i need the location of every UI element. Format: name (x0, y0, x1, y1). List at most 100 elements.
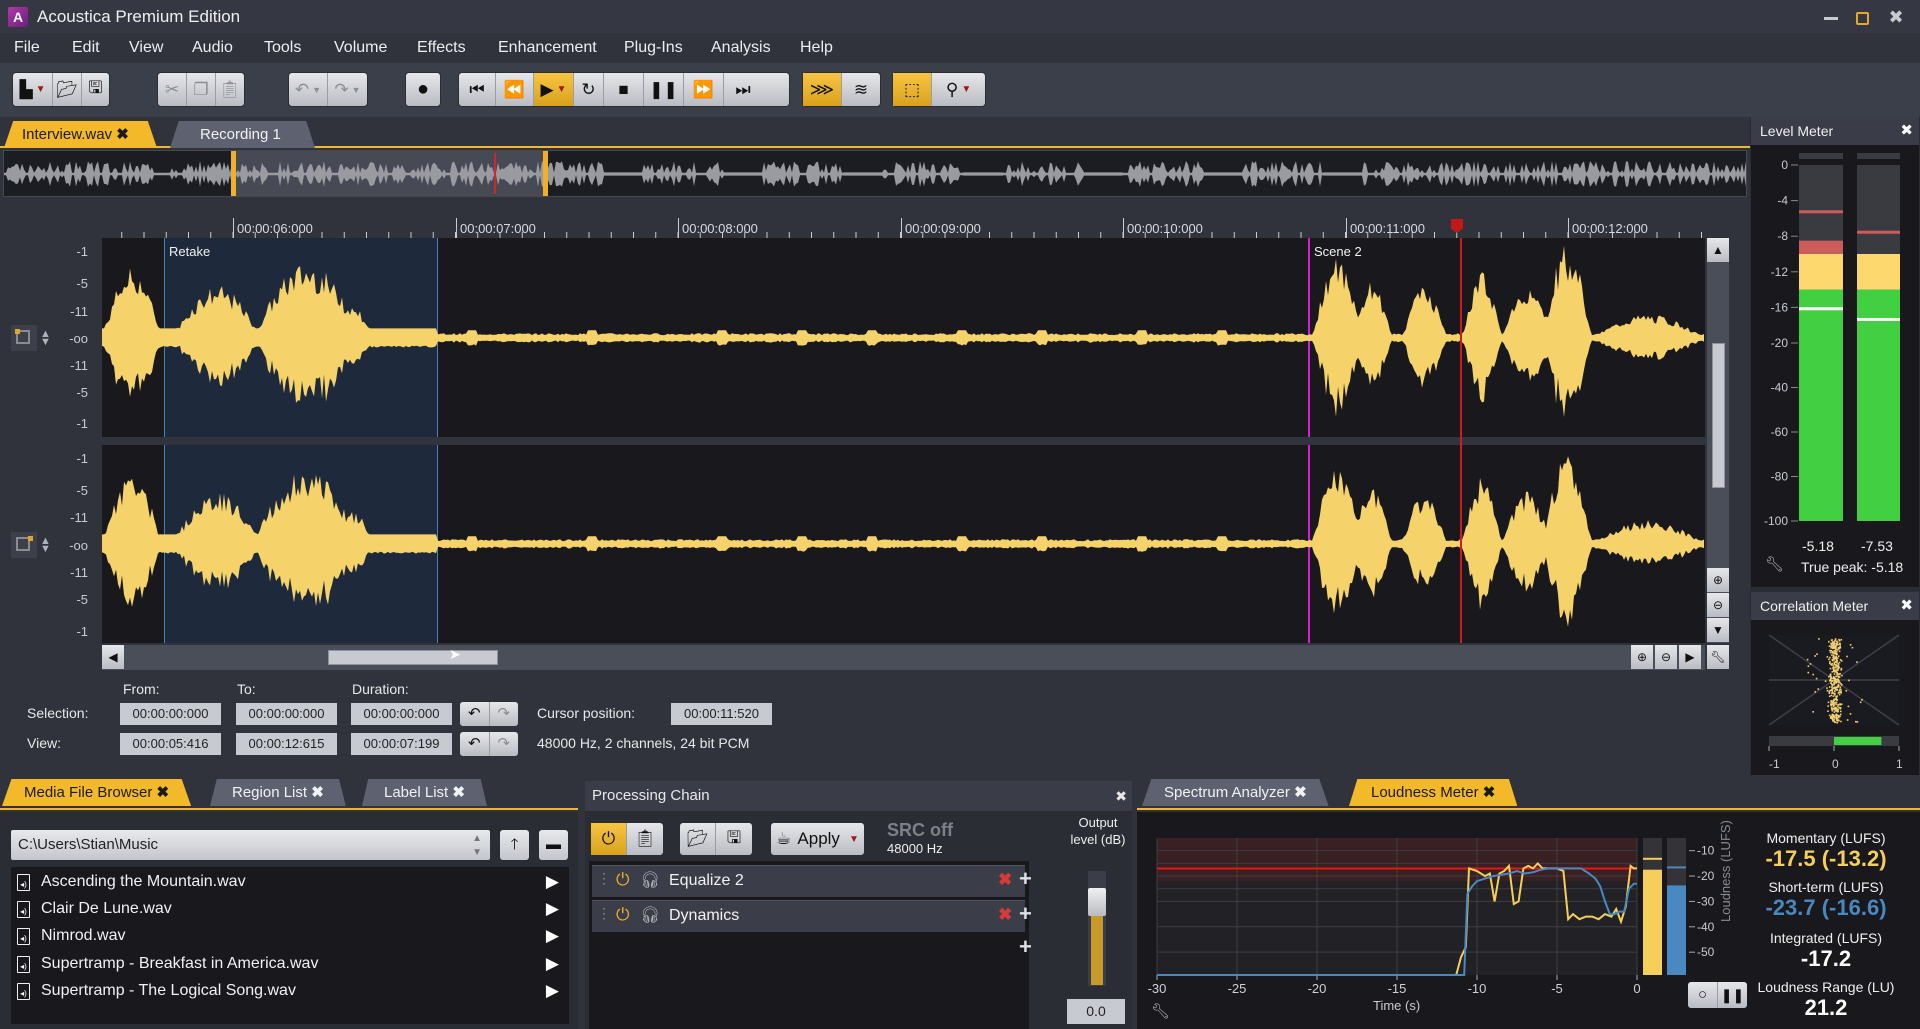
view-undo-button[interactable]: ↶ (460, 732, 489, 756)
menu-analysis[interactable]: Analysis (711, 39, 771, 57)
view-from-field[interactable]: 00:00:05:416 (120, 733, 221, 755)
menu-file[interactable]: File (14, 39, 40, 57)
load-chain-button[interactable]: 📂︎ (680, 823, 717, 855)
menu-enhancement[interactable]: Enhancement (498, 39, 597, 57)
remove-plugin-icon[interactable]: ✖ (998, 905, 1012, 925)
waveform-overview[interactable] (3, 150, 1747, 197)
timeline-ruler[interactable]: 00:00:06:000 00:00:07:000 00:00:08:000 0… (102, 215, 1705, 238)
close-panel-icon[interactable]: ✖ (1115, 781, 1127, 811)
play-button[interactable]: ▶ ▼ (534, 73, 574, 106)
close-panel-icon[interactable]: ✖ (1900, 592, 1913, 620)
cut-button[interactable]: ✂ (158, 73, 188, 106)
clipboard-button[interactable]: 📋︎ (627, 823, 663, 855)
maximize-button[interactable] (1848, 4, 1876, 30)
wrench-icon[interactable]: 🔧︎ (1151, 1002, 1170, 1020)
zoom-in-horizontal-button[interactable]: ⊕ (1631, 645, 1653, 669)
selection-duration-field[interactable]: 00:00:00:000 (351, 703, 452, 725)
menu-help[interactable]: Help (800, 39, 833, 57)
tab-media-file-browser[interactable]: Media File Browser ✖ (2, 779, 192, 806)
overview-range-start-handle[interactable] (231, 151, 236, 196)
cursor-position-field[interactable]: 00:00:11:520 (671, 703, 772, 725)
scroll-up-button[interactable]: ▲ (1707, 238, 1729, 262)
zoom-out-horizontal-button[interactable]: ⊖ (1655, 645, 1677, 669)
menu-view[interactable]: View (129, 39, 163, 57)
copy-button[interactable]: ❐ (187, 73, 216, 106)
list-item[interactable]: ◂) Ascending the Mountain.wav ▶ (11, 869, 569, 896)
scroll-left-button[interactable]: ◀ (102, 645, 124, 669)
tab-region-list[interactable]: Region List ✖ (210, 779, 346, 806)
stop-button[interactable]: ■ (604, 73, 644, 106)
selection-to-field[interactable]: 00:00:00:000 (236, 703, 337, 725)
horizontal-scroll-thumb[interactable] (328, 650, 498, 665)
open-button[interactable]: 📂︎ (53, 73, 82, 106)
menu-plug-ins[interactable]: Plug-Ins (624, 39, 683, 57)
record-button[interactable]: ● (406, 73, 440, 106)
scrub-button[interactable]: ≋ (842, 73, 880, 106)
loop-button[interactable]: ↻ (574, 73, 604, 106)
menu-tools[interactable]: Tools (264, 39, 301, 57)
tab-interview[interactable]: Interview.wav ✖ (4, 121, 157, 148)
view-redo-button[interactable]: ↷ (488, 732, 519, 756)
waveform-settings-button[interactable]: 🔧︎ (1707, 645, 1729, 669)
redo-button[interactable]: ↷ ▼ (328, 73, 367, 106)
output-level-slider[interactable] (1088, 871, 1106, 986)
close-tab-icon[interactable]: ✖ (452, 784, 465, 801)
tab-recording-1[interactable]: Recording 1 ✖ (170, 121, 315, 148)
apply-button[interactable]: ☕︎ Apply ▼ (770, 822, 865, 856)
track-height-stepper[interactable]: ▲ ▼ (40, 536, 51, 555)
plugin-row[interactable]: ⋮ ⏻ 🎧︎ Dynamics ✖ + (592, 900, 1032, 932)
zoom-out-vertical-button[interactable]: ⊖ (1707, 593, 1729, 617)
play-file-button[interactable]: ▶ (546, 954, 559, 974)
close-panel-icon[interactable]: ✖ (1900, 117, 1913, 145)
pause-button[interactable]: ❚❚ (644, 73, 684, 106)
scroll-right-button[interactable]: ▶ (1679, 645, 1701, 669)
vertical-scrollbar[interactable]: ▲ ⊕ ⊖ ▼ (1707, 238, 1729, 643)
tab-loudness-meter[interactable]: Loudness Meter ✖ (1349, 779, 1518, 806)
add-plugin-icon[interactable]: + (1019, 901, 1032, 927)
rewind-button[interactable]: ⏪ (496, 73, 534, 106)
select-tool-button[interactable]: ⬚ (893, 73, 933, 106)
skip-to-start-button[interactable]: ⏮ (459, 73, 496, 106)
follow-playback-button[interactable]: ⋙ (803, 73, 842, 106)
paste-button[interactable]: 📋︎ (216, 73, 244, 106)
chain-bypass-button[interactable]: ⏻ (591, 823, 628, 855)
plugin-row[interactable]: ⋮ ⏻ 🎧︎ Equalize 2 ✖ + (592, 865, 1032, 897)
close-tab-icon[interactable]: ✖ (1483, 784, 1496, 801)
menu-volume[interactable]: Volume (334, 39, 387, 57)
path-dropdown[interactable]: C:\Users\Stian\Music ▲ ▼ (11, 830, 490, 860)
skip-to-end-button[interactable]: ⏭ (724, 73, 762, 106)
play-file-button[interactable]: ▶ (546, 872, 559, 892)
horizontal-scrollbar[interactable]: ◀ ⊕ ⊖ ▶ (102, 645, 1705, 670)
parent-folder-button[interactable]: 🡑 (500, 830, 529, 860)
tab-label-list[interactable]: Label List ✖ (362, 779, 487, 806)
play-file-button[interactable]: ▶ (546, 981, 559, 1001)
list-item[interactable]: ◂) Supertramp - Breakfast in America.wav ▶ (11, 951, 569, 978)
list-item[interactable]: ◂) Clair De Lune.wav ▶ (11, 896, 569, 923)
minimize-button[interactable] (1817, 4, 1845, 30)
power-icon[interactable]: ⏻ (616, 870, 629, 890)
fast-forward-button[interactable]: ⏩ (684, 73, 724, 106)
browse-folder-button[interactable]: ▬ (539, 830, 568, 860)
scroll-down-button[interactable]: ▼ (1707, 618, 1729, 642)
reset-loudness-button[interactable]: ○ (1688, 982, 1717, 1008)
track-height-stepper[interactable]: ▲ ▼ (40, 329, 51, 348)
play-file-button[interactable]: ▶ (546, 926, 559, 946)
zoom-in-vertical-button[interactable]: ⊕ (1707, 568, 1729, 592)
menu-effects[interactable]: Effects (417, 39, 466, 57)
selection-redo-button[interactable]: ↷ (488, 702, 519, 726)
headphones-icon[interactable]: 🎧︎ (640, 905, 660, 925)
zoom-tool-button[interactable]: ⚲ ▼ (932, 73, 985, 106)
selection-undo-button[interactable]: ↶ (460, 702, 489, 726)
drag-handle-icon[interactable]: ⋮ (597, 905, 611, 922)
undo-button[interactable]: ↶ ▼ (289, 73, 329, 106)
menu-audio[interactable]: Audio (192, 39, 233, 57)
drag-handle-icon[interactable]: ⋮ (597, 870, 611, 887)
new-file-button[interactable]: ▙ ▼ (13, 73, 54, 106)
list-item[interactable]: ◂) Supertramp - The Logical Song.wav ▶ (11, 978, 569, 1005)
tab-spectrum-analyzer[interactable]: Spectrum Analyzer ✖ (1142, 779, 1329, 806)
view-to-field[interactable]: 00:00:12:615 (236, 733, 337, 755)
list-item[interactable]: ◂) Nimrod.wav ▶ (11, 923, 569, 950)
selection-from-field[interactable]: 00:00:00:000 (120, 703, 221, 725)
remove-plugin-icon[interactable]: ✖ (998, 870, 1012, 890)
close-tab-icon[interactable]: ✖ (311, 784, 324, 801)
